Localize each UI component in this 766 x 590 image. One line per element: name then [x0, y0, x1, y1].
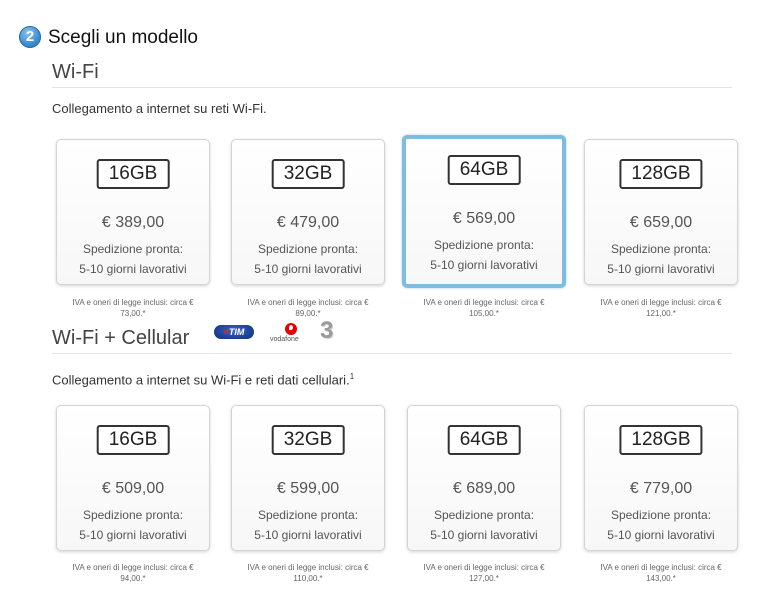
vodafone-logo-icon	[285, 323, 297, 335]
shipping-label: Spedizione pronta:	[610, 242, 712, 256]
model-card-cellular-128gb[interactable]: 128GB € 779,00 Spedizione pronta: 5-10 g…	[584, 405, 738, 551]
step-number-badge: 2	[19, 26, 41, 48]
shipping-label: Spedizione pronta:	[610, 508, 712, 522]
model-card-cellular-64gb[interactable]: 64GB € 689,00 Spedizione pronta: 5-10 gi…	[407, 405, 561, 551]
capacity-label: 128GB	[619, 425, 703, 455]
capacity-label: 32GB	[271, 425, 345, 455]
price: € 479,00	[276, 214, 340, 231]
vat-note: IVA e oneri di legge inclusi: circa €94,…	[72, 563, 194, 583]
vat-note: IVA e oneri di legge inclusi: circa €143…	[600, 563, 722, 583]
wifi-divider	[52, 87, 732, 88]
shipping-label: Spedizione pronta:	[82, 508, 184, 522]
vat-note: IVA e oneri di legge inclusi: circa €105…	[423, 298, 545, 318]
cellular-section-title: Wi-Fi + Cellular	[52, 327, 190, 349]
cellular-description: Collegamento a internet su Wi-Fi e reti …	[52, 372, 355, 388]
vat-note: IVA e oneri di legge inclusi: circa €110…	[247, 563, 369, 583]
tim-logo: ≡TIM	[214, 325, 254, 339]
vat-note: IVA e oneri di legge inclusi: circa €127…	[423, 563, 545, 583]
shipping-label: Spedizione pronta:	[433, 508, 535, 522]
wifi-section-title: Wi-Fi	[52, 61, 99, 83]
shipping-time: 5-10 giorni lavorativi	[430, 528, 538, 542]
shipping-time: 5-10 giorni lavorativi	[430, 258, 538, 272]
shipping-time: 5-10 giorni lavorativi	[607, 262, 715, 276]
price: € 689,00	[452, 480, 516, 497]
three-logo: 3	[320, 317, 334, 344]
shipping-label: Spedizione pronta:	[82, 242, 184, 256]
price: € 599,00	[276, 480, 340, 497]
model-card-cellular-16gb[interactable]: 16GB € 509,00 Spedizione pronta: 5-10 gi…	[56, 405, 210, 551]
footnote-marker: 1	[349, 372, 355, 381]
capacity-label: 128GB	[619, 159, 703, 189]
capacity-label: 32GB	[271, 159, 345, 189]
price: € 779,00	[629, 480, 693, 497]
model-card-wifi-32gb[interactable]: 32GB € 479,00 Spedizione pronta: 5-10 gi…	[231, 139, 385, 285]
price: € 389,00	[101, 214, 165, 231]
capacity-label: 16GB	[96, 159, 170, 189]
shipping-time: 5-10 giorni lavorativi	[79, 262, 187, 276]
price: € 509,00	[101, 480, 165, 497]
vat-note: IVA e oneri di legge inclusi: circa €89,…	[247, 298, 369, 318]
vat-note: IVA e oneri di legge inclusi: circa €73,…	[72, 298, 194, 318]
shipping-time: 5-10 giorni lavorativi	[79, 528, 187, 542]
shipping-time: 5-10 giorni lavorativi	[254, 262, 362, 276]
capacity-label: 64GB	[447, 425, 521, 455]
vat-note: IVA e oneri di legge inclusi: circa €121…	[600, 298, 722, 318]
step-title: Scegli un modello	[48, 27, 198, 48]
model-card-wifi-64gb[interactable]: 64GB € 569,00 Spedizione pronta: 5-10 gi…	[402, 135, 566, 288]
price: € 569,00	[452, 210, 516, 227]
capacity-label: 16GB	[96, 425, 170, 455]
shipping-label: Spedizione pronta:	[433, 238, 535, 252]
price: € 659,00	[629, 214, 693, 231]
model-card-wifi-16gb[interactable]: 16GB € 389,00 Spedizione pronta: 5-10 gi…	[56, 139, 210, 285]
wifi-description: Collegamento a internet su reti Wi-Fi.	[52, 101, 267, 116]
shipping-time: 5-10 giorni lavorativi	[254, 528, 362, 542]
shipping-label: Spedizione pronta:	[257, 508, 359, 522]
cellular-divider	[52, 353, 732, 354]
model-card-wifi-128gb[interactable]: 128GB € 659,00 Spedizione pronta: 5-10 g…	[584, 139, 738, 285]
model-card-cellular-32gb[interactable]: 32GB € 599,00 Spedizione pronta: 5-10 gi…	[231, 405, 385, 551]
shipping-label: Spedizione pronta:	[257, 242, 359, 256]
shipping-time: 5-10 giorni lavorativi	[607, 528, 715, 542]
capacity-label: 64GB	[447, 155, 521, 185]
vodafone-logo-text: vodafone	[270, 336, 299, 343]
